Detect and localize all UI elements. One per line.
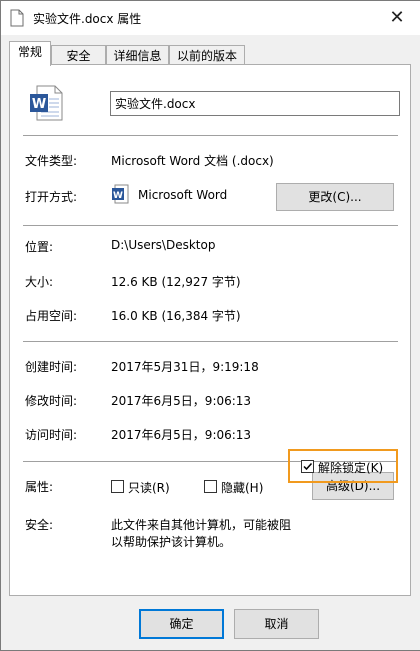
- divider: [23, 225, 398, 226]
- disk-size-label: 占用空间:: [25, 309, 78, 323]
- modified-value: 2017年6月5日，9:06:13: [111, 394, 252, 408]
- checkmark-icon: [303, 462, 313, 471]
- size-value: 12.6 KB (12,927 字节): [111, 275, 241, 289]
- divider: [23, 341, 398, 342]
- tab-security[interactable]: 安全: [51, 45, 106, 65]
- disk-size-value: 16.0 KB (16,384 字节): [111, 309, 241, 323]
- accessed-value: 2017年6月5日，9:06:13: [111, 428, 252, 442]
- opens-with-label: 打开方式:: [25, 190, 78, 204]
- hidden-label: 隐藏(H): [221, 481, 264, 495]
- unblock-label: 解除锁定(K): [318, 461, 384, 475]
- file-name-input[interactable]: [110, 91, 400, 116]
- created-value: 2017年5月31日，9:19:18: [111, 360, 259, 374]
- readonly-checkbox[interactable]: [111, 480, 124, 493]
- opens-with-value: Microsoft Word: [138, 188, 228, 202]
- hidden-checkbox[interactable]: [204, 480, 217, 493]
- window-title: 实验文件.docx 属性: [33, 12, 142, 26]
- accessed-label: 访问时间:: [25, 428, 78, 442]
- security-label: 安全:: [25, 518, 54, 532]
- close-icon[interactable]: ✕: [386, 7, 408, 29]
- divider: [23, 135, 398, 136]
- title-bar: 实验文件.docx 属性 ✕: [1, 1, 420, 35]
- document-icon: [10, 9, 24, 27]
- properties-dialog: 实验文件.docx 属性 ✕ 常规 安全 详细信息 以前的版本 W 文件类型: …: [0, 0, 420, 651]
- word-app-icon: W: [112, 184, 129, 204]
- location-value: D:\Users\Desktop: [111, 238, 216, 252]
- readonly-label: 只读(R): [128, 481, 170, 495]
- modified-label: 修改时间:: [25, 394, 78, 408]
- unblock-checkbox[interactable]: [301, 460, 314, 473]
- created-label: 创建时间:: [25, 360, 78, 374]
- file-type-label: 文件类型:: [25, 154, 78, 168]
- word-file-icon: W: [30, 85, 63, 121]
- svg-text:W: W: [113, 191, 123, 201]
- general-panel: W 文件类型: Microsoft Word 文档 (.docx) 打开方式: …: [9, 64, 411, 596]
- tab-previous-versions[interactable]: 以前的版本: [169, 45, 245, 65]
- tab-general[interactable]: 常规: [9, 41, 51, 66]
- ok-button[interactable]: 确定: [139, 609, 224, 639]
- change-button[interactable]: 更改(C)...: [276, 183, 394, 211]
- security-message-line1: 此文件来自其他计算机，可能被阻: [111, 518, 292, 532]
- location-label: 位置:: [25, 240, 54, 254]
- cancel-button[interactable]: 取消: [234, 609, 319, 639]
- svg-text:W: W: [32, 97, 46, 112]
- size-label: 大小:: [25, 275, 54, 289]
- file-type-value: Microsoft Word 文档 (.docx): [111, 154, 274, 168]
- attributes-label: 属性:: [25, 480, 54, 494]
- tab-details[interactable]: 详细信息: [106, 45, 169, 65]
- security-message-line2: 以帮助保护该计算机。: [111, 535, 232, 549]
